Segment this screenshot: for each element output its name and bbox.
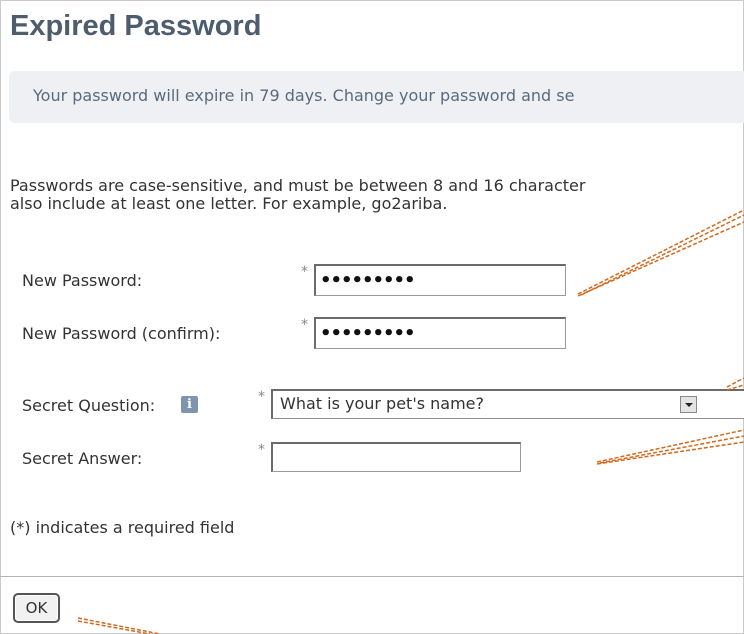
password-rules-line-2: also include at least one letter. For ex… xyxy=(10,194,448,213)
secret-question-label: Secret Question: xyxy=(22,396,156,415)
password-rules: Passwords are case-sensitive, and must b… xyxy=(10,177,744,213)
required-footnote: (*) indicates a required field xyxy=(10,518,235,537)
chevron-down-icon[interactable] xyxy=(680,396,697,413)
confirm-password-value: ••••••••• xyxy=(320,323,416,344)
ok-button[interactable]: OK xyxy=(13,593,60,623)
divider xyxy=(0,576,744,577)
page-title: Expired Password xyxy=(10,10,262,42)
info-icon[interactable]: i xyxy=(181,396,198,413)
new-password-field[interactable]: ••••••••• xyxy=(314,264,566,296)
required-marker: * xyxy=(301,317,308,333)
expiry-banner-text: Your password will expire in 79 days. Ch… xyxy=(33,86,575,105)
required-marker: * xyxy=(258,442,265,458)
new-password-value: ••••••••• xyxy=(320,270,416,291)
secret-answer-field[interactable] xyxy=(271,442,521,472)
confirm-password-label: New Password (confirm): xyxy=(22,324,221,343)
secret-question-select[interactable]: What is your pet's name? xyxy=(271,389,744,419)
secret-question-value: What is your pet's name? xyxy=(280,394,485,413)
password-rules-line-1: Passwords are case-sensitive, and must b… xyxy=(10,176,586,195)
required-marker: * xyxy=(258,389,265,405)
secret-answer-label: Secret Answer: xyxy=(22,449,143,468)
confirm-password-field[interactable]: ••••••••• xyxy=(314,317,566,349)
new-password-label: New Password: xyxy=(22,271,143,290)
required-marker: * xyxy=(301,264,308,280)
